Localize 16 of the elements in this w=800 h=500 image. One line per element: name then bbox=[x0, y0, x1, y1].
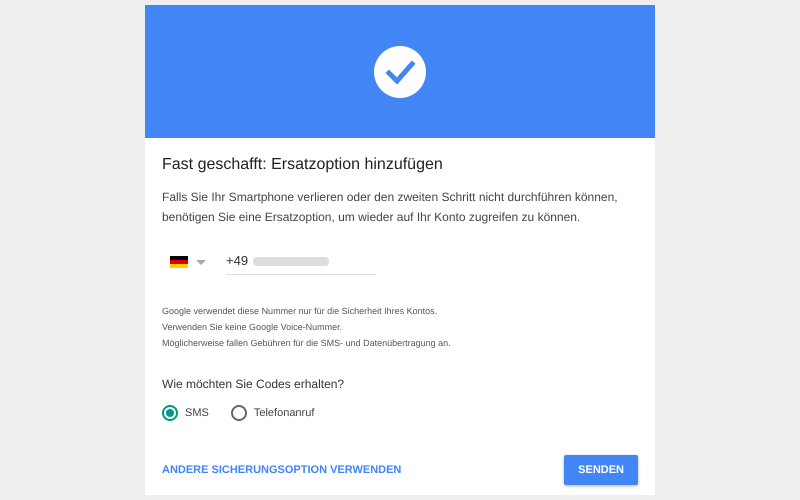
radio-button[interactable] bbox=[162, 405, 178, 421]
question-text: Wie möchten Sie Codes erhalten? bbox=[162, 377, 346, 391]
alternative-option-link[interactable]: ANDERE SICHERUNGSOPTION VERWENDEN bbox=[162, 464, 402, 476]
note-text: Verwenden Sie keine Google Voice-Nummer. bbox=[162, 321, 344, 334]
radio-button[interactable] bbox=[230, 405, 247, 421]
dialog-title: Fast geschafft: Ersatzoption hinzufügen bbox=[162, 156, 444, 174]
phone-field[interactable]: +49 bbox=[226, 249, 376, 275]
checkmark-icon bbox=[374, 46, 426, 98]
flag-icon bbox=[170, 256, 188, 268]
radio-option[interactable]: Telefonanruf bbox=[230, 405, 314, 421]
send-button[interactable]: SENDEN bbox=[564, 455, 638, 485]
dropdown-arrow-icon bbox=[196, 260, 206, 264]
radio-option[interactable]: SMS bbox=[162, 405, 209, 421]
description: Falls Sie Ihr Smartphone verlieren oder den zweiten Schritt nicht durchführen können, benötigen Sie eine Ersatzoption, um wieder auf Ihr Konto zugreifen zu können. bbox=[162, 189, 619, 226]
note-text: Google verwendet diese Nummer nur für die Sicherheit Ihres Kontos. bbox=[162, 305, 438, 318]
note-text: Möglicherweise fallen Gebühren für die SMS- und Datenübertragung an. bbox=[162, 337, 452, 350]
